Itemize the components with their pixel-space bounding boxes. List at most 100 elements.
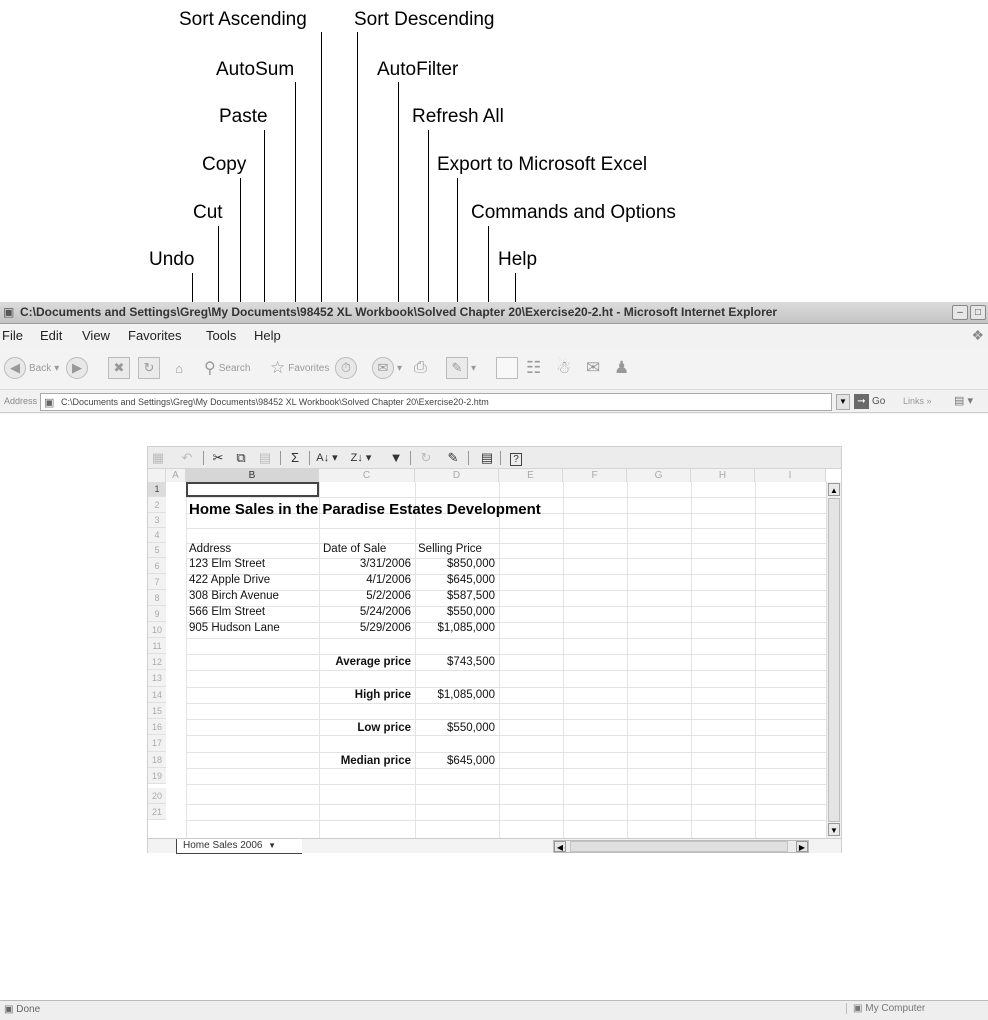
sort-descending-button[interactable]: Z↓ ▾ bbox=[349, 449, 373, 467]
sigma-icon: Σ bbox=[290, 450, 300, 465]
extras-menu-icon[interactable]: ▤ ▾ bbox=[954, 394, 973, 407]
row-header[interactable]: 21 bbox=[148, 804, 166, 820]
scroll-left-icon[interactable]: ◀ bbox=[554, 841, 566, 852]
column-header[interactable]: G bbox=[627, 469, 691, 482]
links-button[interactable]: Links » bbox=[903, 396, 932, 406]
autosum-button[interactable]: Σ bbox=[288, 449, 302, 467]
copy-button[interactable]: ⧉ bbox=[233, 449, 249, 467]
row-header[interactable]: 8 bbox=[148, 590, 166, 606]
row-header[interactable]: 1 bbox=[148, 482, 166, 497]
grid-line bbox=[186, 638, 826, 639]
home-button[interactable]: ⌂ bbox=[168, 355, 190, 381]
column-header[interactable]: A bbox=[166, 469, 186, 482]
column-header[interactable]: I bbox=[755, 469, 826, 482]
low-value: $550,000 bbox=[447, 722, 495, 734]
row-header[interactable]: 6 bbox=[148, 558, 166, 574]
discuss-button[interactable] bbox=[496, 355, 518, 381]
autofilter-button[interactable]: ▼ bbox=[388, 449, 404, 467]
commands-options-button[interactable]: ▤ bbox=[479, 449, 495, 467]
column-header[interactable]: H bbox=[691, 469, 755, 482]
row-header[interactable]: 19 bbox=[148, 768, 166, 784]
refresh-button[interactable]: ↻ bbox=[138, 355, 160, 381]
row-header[interactable]: 14 bbox=[148, 687, 166, 703]
address-input[interactable]: ▣ C:\Documents and Settings\Greg\My Docu… bbox=[40, 393, 832, 411]
vertical-scrollbar[interactable]: ▲ ▼ bbox=[826, 482, 841, 838]
print-button[interactable]: ⎙ bbox=[414, 355, 427, 381]
autofilter-callout: AutoFilter bbox=[377, 59, 459, 80]
row-header[interactable]: 11 bbox=[148, 638, 166, 654]
menu-file[interactable]: File bbox=[2, 328, 23, 343]
office-logo-icon: ▦ bbox=[151, 450, 165, 465]
column-header[interactable]: C bbox=[319, 469, 415, 482]
status-bar: ▣ Done ▣ My Computer bbox=[0, 1000, 988, 1020]
forward-button[interactable]: ▶ bbox=[66, 355, 88, 381]
go-button[interactable]: ➞ Go bbox=[854, 394, 885, 409]
back-button[interactable]: ◀ Back ▾ bbox=[4, 355, 59, 381]
row-header[interactable]: 2 bbox=[148, 497, 166, 513]
chat-button[interactable]: ✉ bbox=[586, 355, 600, 381]
row-header[interactable]: 17 bbox=[148, 735, 166, 752]
address-cell: 308 Birch Avenue bbox=[189, 590, 279, 602]
row-header[interactable]: 10 bbox=[148, 622, 166, 638]
column-header[interactable]: F bbox=[563, 469, 627, 482]
row-header[interactable]: 15 bbox=[148, 703, 166, 719]
export-excel-button[interactable]: ✎ bbox=[444, 449, 462, 467]
address-dropdown-icon[interactable]: ▼ bbox=[836, 394, 850, 410]
corner-header[interactable] bbox=[148, 469, 166, 482]
menu-view[interactable]: View bbox=[82, 328, 110, 343]
row-header[interactable]: 5 bbox=[148, 543, 166, 558]
address-label: Address bbox=[4, 396, 38, 406]
research-button[interactable]: ☷ bbox=[526, 355, 541, 381]
mail-button[interactable]: ✉ ▾ bbox=[372, 355, 402, 381]
horizontal-scroll-thumb[interactable] bbox=[570, 841, 788, 852]
row-header[interactable]: 16 bbox=[148, 719, 166, 735]
menu-help[interactable]: Help bbox=[254, 328, 281, 343]
row-header[interactable]: 13 bbox=[148, 670, 166, 687]
maximize-button[interactable]: □ bbox=[970, 305, 986, 320]
grid-line bbox=[186, 528, 826, 529]
row-header[interactable]: 4 bbox=[148, 528, 166, 543]
history-button[interactable]: ⏱ bbox=[335, 355, 357, 381]
browser-toolbar: ◀ Back ▾ ▶ ✖ ↻ ⌂ ⚲ Search ☆ Favorites ⏱ … bbox=[0, 347, 988, 389]
messenger-button[interactable]: ☃ bbox=[556, 355, 571, 381]
search-button[interactable]: ⚲ Search bbox=[204, 355, 250, 381]
stop-button[interactable]: ✖ bbox=[108, 355, 130, 381]
active-cell-b1[interactable] bbox=[186, 482, 319, 497]
row-header[interactable]: 7 bbox=[148, 574, 166, 590]
scroll-right-icon[interactable]: ▶ bbox=[796, 841, 808, 852]
back-arrow-icon: ◀ bbox=[4, 357, 26, 379]
row-header[interactable]: 12 bbox=[148, 654, 166, 670]
undo-button[interactable]: ↶ bbox=[180, 449, 194, 467]
scroll-thumb[interactable] bbox=[828, 498, 840, 822]
zone-label: My Computer bbox=[865, 1003, 926, 1014]
sort-ascending-button[interactable]: A↓ ▾ bbox=[315, 449, 339, 467]
column-header[interactable]: E bbox=[499, 469, 563, 482]
horizontal-scrollbar[interactable]: ◀ ▶ bbox=[553, 840, 809, 853]
menu-favorites[interactable]: Favorites bbox=[128, 328, 181, 343]
sheet-dropdown-icon[interactable]: ▼ bbox=[268, 839, 276, 853]
refresh-all-button[interactable]: ↻ bbox=[418, 449, 434, 467]
favorites-button[interactable]: ☆ Favorites bbox=[270, 355, 329, 381]
minimize-button[interactable]: – bbox=[952, 305, 968, 320]
row-header[interactable]: 3 bbox=[148, 513, 166, 528]
edit-dropdown-icon: ▾ bbox=[471, 362, 477, 374]
paste-button[interactable]: ▤ bbox=[257, 449, 273, 467]
menu-tools[interactable]: Tools bbox=[206, 328, 236, 343]
row-header[interactable]: 20 bbox=[148, 788, 166, 804]
menu-edit[interactable]: Edit bbox=[40, 328, 62, 343]
cut-button[interactable]: ✂ bbox=[211, 449, 225, 467]
scroll-down-icon[interactable]: ▼ bbox=[828, 823, 840, 836]
export-excel-callout: Export to Microsoft Excel bbox=[437, 154, 648, 175]
scroll-up-icon[interactable]: ▲ bbox=[828, 483, 840, 496]
help-button[interactable]: ? bbox=[508, 449, 524, 467]
home-icon: ⌂ bbox=[175, 360, 183, 376]
column-header[interactable]: B bbox=[186, 469, 319, 482]
contacts-button[interactable]: ♟ bbox=[614, 355, 629, 381]
edit-button[interactable]: ✎ ▾ bbox=[446, 355, 476, 381]
grid-line bbox=[186, 752, 826, 753]
sheet-tab[interactable]: Home Sales 2006 ▼ bbox=[176, 839, 302, 854]
messenger-icon: ☃ bbox=[556, 358, 572, 377]
row-header[interactable]: 18 bbox=[148, 752, 166, 768]
row-header[interactable]: 9 bbox=[148, 606, 166, 622]
column-header[interactable]: D bbox=[415, 469, 499, 482]
